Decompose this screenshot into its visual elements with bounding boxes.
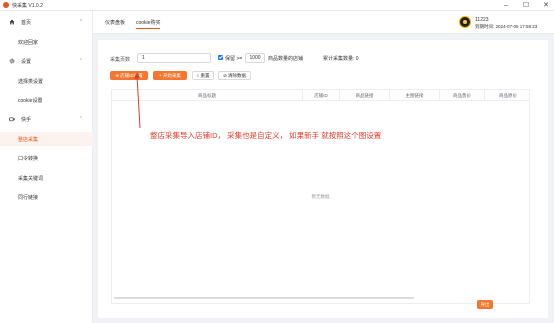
sold-filter-suffix: 商品数量的店铺 [268,56,304,62]
sidebar-item-label: 欢迎回家 [18,39,39,46]
home-icon [9,19,15,25]
table-header: 商品标题 店铺ID 商品链接 主图链接 商品售价 商品原价 [112,90,529,101]
annotation-arrow-icon [134,72,141,129]
sidebar-item-shop-collect[interactable]: 整店采集 [0,132,93,146]
gear-icon [9,58,15,64]
column-header: 店铺ID [302,90,339,101]
tab-cookie-purchase[interactable]: cookie购买 [136,19,161,29]
sidebar-item-peer-links[interactable]: 同行链接 [0,190,93,204]
export-button[interactable]: 导出 [477,300,493,309]
column-header: 商品售价 [439,90,484,101]
product-table: 商品标题 店铺ID 商品链接 主图链接 商品售价 商品原价 暂无数据 [111,89,530,304]
sidebar-item-label: 口令转换 [18,155,39,162]
sidebar-item-selection-settings[interactable]: 选择类设置 [0,74,93,88]
sidebar-item-label: 整店采集 [18,136,39,143]
chevron-up-icon: ⌃ [78,19,83,25]
sidebar-item-label: 采集关键词 [18,175,44,182]
main-content: 采集页数 1 保留 >= 1000 商品数量的店铺 累计采集数量: 0 ⊕ 店铺… [98,40,548,318]
app-title: 快采集 V1.0.2 [12,2,43,9]
tab-dashboard[interactable]: 仪表盘板 [105,19,125,26]
maximize-button[interactable]: ☐ [522,0,530,11]
reset-button[interactable]: ○ 重置 [192,71,214,80]
collected-count: 累计采集数量: 0 [323,56,359,62]
column-header: 商品原价 [484,90,531,101]
minimize-button[interactable]: – [502,0,510,11]
sidebar-item-label: cookie设置 [18,97,43,104]
start-collect-button[interactable]: + 开始采集 [153,71,187,80]
sidebar-item-label: 快手 [21,116,32,123]
avatar[interactable] [459,16,471,28]
sold-threshold-input[interactable]: 1000 [245,53,265,63]
user-id: 11223 [475,17,489,23]
close-button[interactable]: ✕ [542,0,550,11]
title-bar: 快采集 V1.0.2 – ☐ ✕ [0,0,554,11]
sidebar-item-welcome[interactable]: 欢迎回家 [0,35,93,49]
window-controls: – ☐ ✕ [502,0,550,11]
pages-input[interactable]: 1 [137,53,211,63]
column-header: 主图链接 [389,90,439,101]
app-logo-icon [3,2,9,8]
horizontal-scrollbar[interactable] [114,297,414,299]
sidebar-item-keyword-collect[interactable]: 采集关键词 [0,171,93,185]
sidebar-item-kuaishou[interactable]: 快手 ⌃ [0,112,93,126]
annotation-text: 整店采集导入店铺ID， 采集也是自定义， 如果新手 就按照这个图设置 [150,131,382,140]
chevron-up-icon: ⌃ [78,116,83,122]
sidebar-item-cookie-settings[interactable]: cookie设置 [0,93,93,107]
column-header: 商品链接 [339,90,389,101]
sidebar-item-token-convert[interactable]: 口令转换 [0,151,93,165]
sidebar-item-label: 同行链接 [18,194,39,201]
expiry-time: 到期时间: 2024-07-05 17:58:23 [475,24,538,29]
sidebar-item-label: 选择类设置 [18,78,44,85]
sidebar-item-label: 首页 [21,19,32,26]
kuaishou-icon [9,117,15,122]
sidebar-item-home[interactable]: 首页 ⌃ [0,15,93,29]
sidebar: 首页 ⌃ 欢迎回家 设置 ⌃ 选择类设置 cookie设置 快手 ⌃ 整店采集 … [0,11,93,323]
clear-data-button[interactable]: ⊘ 清除数据 [218,71,251,80]
header: 仪表盘板 cookie购买 11223 到期时间: 2024-07-05 17:… [93,11,554,34]
sold-filter-checkbox[interactable] [218,55,223,60]
empty-state: 暂无数据 [311,194,330,199]
chevron-up-icon: ⌃ [78,58,83,64]
pages-label: 采集页数 [110,56,131,63]
sidebar-item-label: 设置 [21,58,32,65]
sold-filter-label: 保留 >= [225,56,243,62]
sidebar-item-settings[interactable]: 设置 ⌃ [0,54,93,68]
